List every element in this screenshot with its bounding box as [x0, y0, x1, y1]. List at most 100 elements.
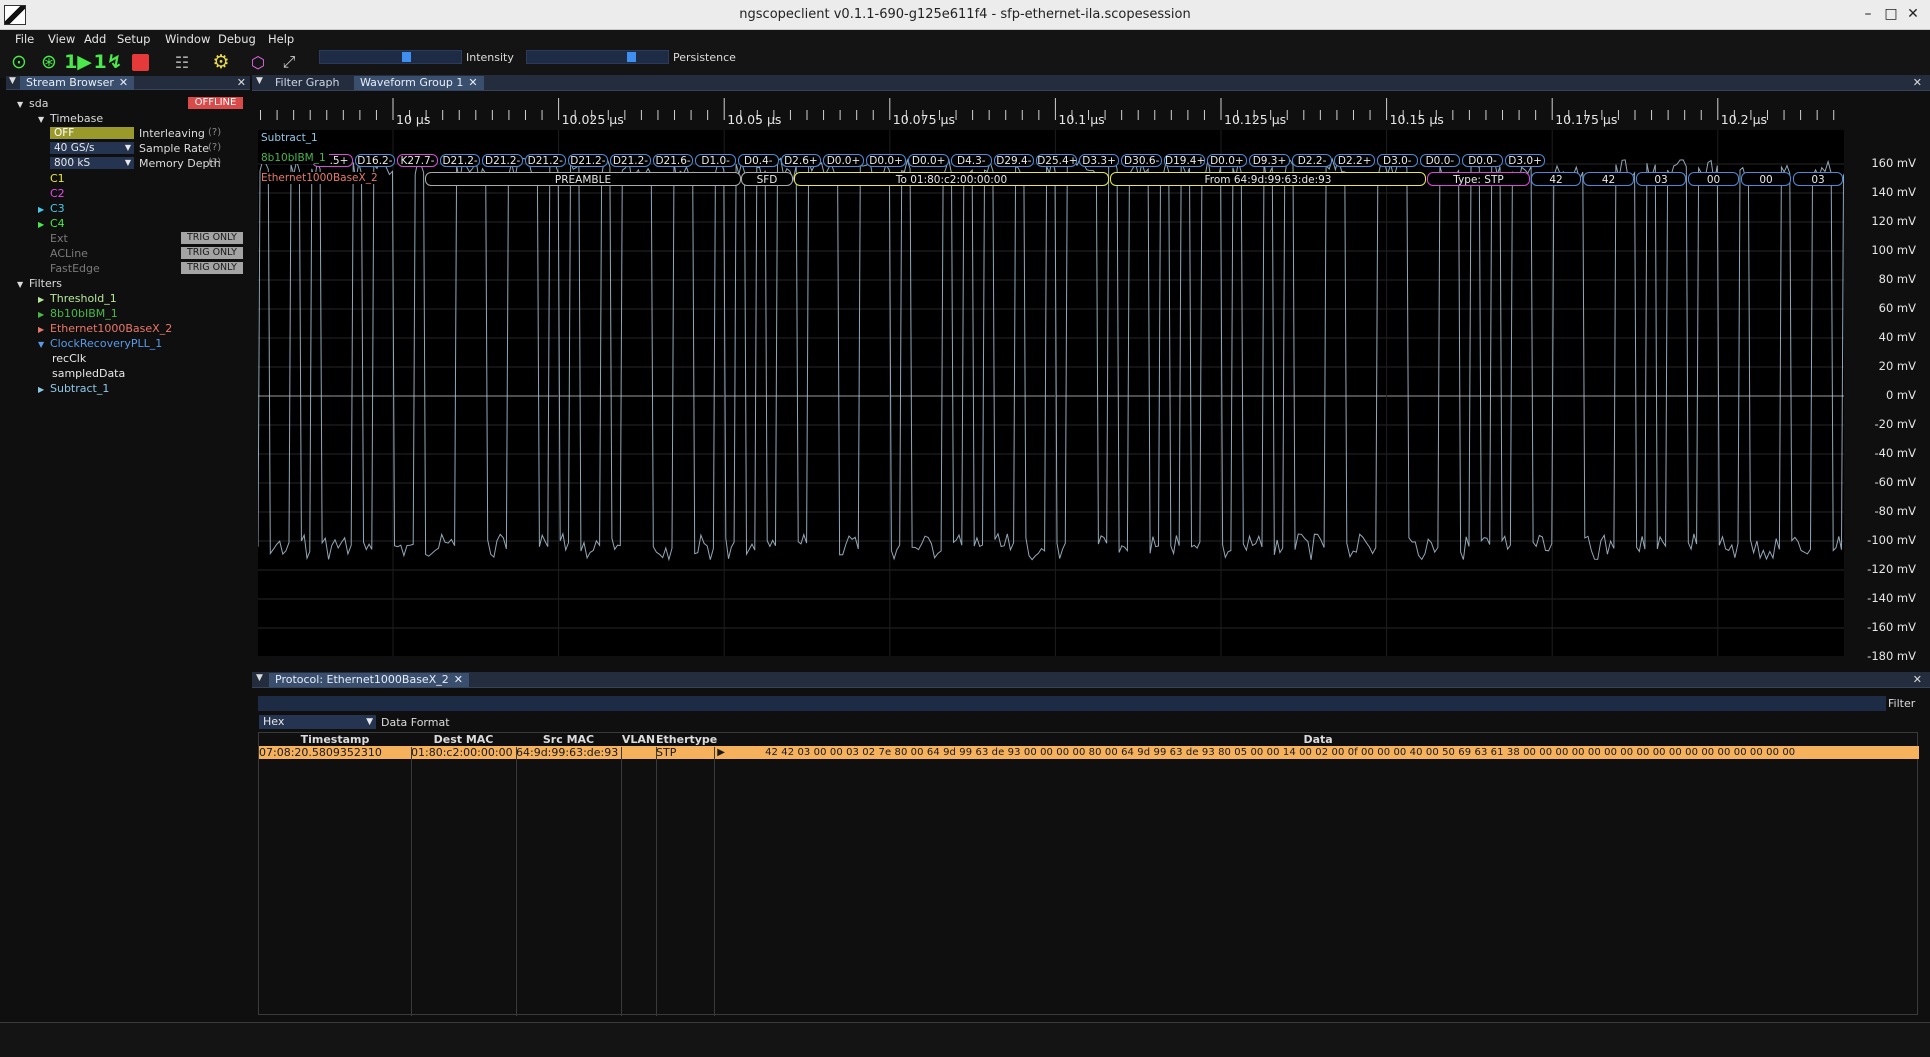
decode-symbol[interactable]: D3.0-	[1377, 154, 1418, 167]
panel-menu-icon[interactable]: ▼	[9, 76, 16, 86]
help-icon[interactable]: (?)	[208, 157, 221, 168]
expand-arrow-icon[interactable]: ▶	[38, 310, 44, 319]
tab-waveform-group[interactable]: Waveform Group 1 ✕	[354, 76, 484, 90]
column-ethertype[interactable]: Ethertype	[656, 733, 717, 746]
trig-input-fastedge[interactable]: FastEdge	[50, 262, 100, 275]
expand-arrow-icon[interactable]: ▼	[38, 340, 44, 349]
menu-help[interactable]: Help	[268, 32, 294, 46]
trigger-start-icon[interactable]: ⊙	[7, 50, 31, 74]
column-dest-mac[interactable]: Dest MAC	[411, 733, 516, 746]
settings-gear-icon[interactable]: ⚙	[209, 50, 233, 74]
expand-arrow-icon[interactable]: ▶	[38, 325, 44, 334]
persistence-slider[interactable]	[526, 50, 669, 64]
decode-symbol[interactable]: D21.2-	[439, 154, 481, 167]
decode-symbol[interactable]: D0.4-	[738, 154, 779, 167]
channel-c4[interactable]: C4	[50, 217, 65, 230]
decode-symbol[interactable]: D16.2-	[354, 154, 396, 167]
expand-arrow-icon[interactable]: ▶	[38, 385, 44, 394]
table-row[interactable]: 07:08:20.5809352310 01:80:c2:00:00:00 64…	[259, 746, 1919, 759]
interleaving-toggle[interactable]: OFF	[50, 127, 134, 139]
close-icon[interactable]: ✕	[468, 76, 477, 89]
channel-c3[interactable]: C3	[50, 202, 65, 215]
decode-field[interactable]: 42	[1583, 172, 1634, 186]
decode-symbol[interactable]: D21.2-	[482, 154, 523, 167]
decode-symbol[interactable]: D29.4-	[993, 154, 1035, 167]
filter-input[interactable]	[258, 696, 1886, 711]
protocol-table[interactable]: Timestamp Dest MAC Src MAC VLAN Ethertyp…	[258, 732, 1919, 1016]
menu-add[interactable]: Add	[84, 32, 106, 46]
close-icon[interactable]: ✕	[454, 673, 463, 686]
trigger-force-icon[interactable]: 1↯	[93, 50, 122, 74]
decode-symbol[interactable]: D1.0-	[695, 154, 736, 167]
filter-clock-recovery[interactable]: ClockRecoveryPLL_1	[50, 337, 162, 350]
expand-arrow-icon[interactable]: ▶	[38, 205, 44, 214]
decode-field[interactable]: PREAMBLE	[425, 172, 741, 186]
decode-symbol[interactable]: D19.4+	[1164, 154, 1205, 167]
decode-symbol[interactable]: D21.2-	[567, 154, 609, 167]
instrument-name[interactable]: sda	[29, 97, 48, 110]
history-icon[interactable]: ☷	[170, 50, 194, 74]
close-panel-icon[interactable]: ✕	[1913, 76, 1922, 89]
decode-field[interactable]: From 64:9d:99:63:de:93	[1110, 172, 1426, 186]
persistence-slider-knob[interactable]	[626, 52, 636, 62]
decode-symbol[interactable]: D21.2-	[610, 154, 651, 167]
trace-name-label[interactable]: Subtract_1	[261, 132, 318, 144]
memory-depth-select[interactable]: 800 kS ▼	[50, 157, 134, 169]
decode-symbol[interactable]: D2.6+	[780, 154, 822, 167]
close-window-icon[interactable]: ✕	[1905, 6, 1921, 22]
decode-symbol[interactable]: D0.0-	[1419, 154, 1461, 167]
decode-symbol[interactable]: D25.4+	[1036, 154, 1077, 167]
decode-symbol[interactable]: D30.6-	[1121, 154, 1162, 167]
menu-setup[interactable]: Setup	[117, 32, 150, 46]
channel-c1[interactable]: C1	[50, 172, 65, 185]
expand-arrow-icon[interactable]: ▼	[17, 100, 23, 109]
decode-field[interactable]: Type: STP	[1427, 172, 1530, 186]
filter-subtract[interactable]: Subtract_1	[50, 382, 109, 395]
decode-field[interactable]: SFD	[741, 172, 793, 186]
filter-threshold[interactable]: Threshold_1	[50, 292, 117, 305]
decode-symbol[interactable]: D0.0+	[865, 154, 907, 167]
fullscreen-icon[interactable]: ⤢	[277, 50, 301, 74]
decode-symbol[interactable]: D0.0+	[1206, 154, 1248, 167]
menu-file[interactable]: File	[15, 32, 34, 46]
close-panel-icon[interactable]: ✕	[1913, 673, 1922, 686]
decode-field[interactable]: To 01:80:c2:00:00:00	[794, 172, 1109, 186]
decode-symbol[interactable]: D2.2+	[1334, 154, 1375, 167]
panel-menu-icon[interactable]: ▼	[256, 76, 263, 86]
trig-input-ext[interactable]: Ext	[50, 232, 68, 245]
trig-input-acline[interactable]: ACLine	[50, 247, 88, 260]
decode-symbol[interactable]: D21.6-	[652, 154, 694, 167]
decode-field[interactable]: 00	[1741, 172, 1791, 186]
decode-symbol[interactable]: D0.0-	[1462, 154, 1503, 167]
trigger-auto-icon[interactable]: ⊛	[37, 50, 61, 74]
tab-stream-browser[interactable]: Stream Browser ✕	[20, 76, 135, 90]
decode-symbol[interactable]: D0.0+	[908, 154, 949, 167]
stop-icon[interactable]	[128, 50, 152, 74]
color-ramp-icon[interactable]: ⬡	[246, 50, 270, 74]
expand-arrow-icon[interactable]: ▶	[38, 220, 44, 229]
decode-symbol[interactable]: D9.3+	[1249, 154, 1290, 167]
tab-protocol[interactable]: Protocol: Ethernet1000BaseX_2 ✕	[269, 673, 469, 687]
sample-rate-select[interactable]: 40 GS/s ▼	[50, 142, 134, 154]
decode-field[interactable]: 42	[1531, 172, 1581, 186]
menu-debug[interactable]: Debug	[218, 32, 256, 46]
intensity-slider-knob[interactable]	[402, 52, 412, 62]
data-format-select[interactable]: Hex ▼	[259, 715, 376, 729]
y-axis[interactable]: 160 mV 140 mV 120 mV 100 mV 80 mV 60 mV 40 mV 2…	[1844, 130, 1930, 670]
pll-output-sampleddata[interactable]: sampledData	[52, 367, 125, 380]
intensity-slider[interactable]	[319, 50, 462, 64]
column-data[interactable]: Data	[717, 733, 1919, 746]
channel-c2[interactable]: C2	[50, 187, 65, 200]
close-icon[interactable]: ✕	[119, 76, 128, 89]
panel-menu-icon[interactable]: ▼	[256, 673, 263, 683]
help-icon[interactable]: (?)	[208, 142, 221, 153]
filter-ethernet[interactable]: Ethernet1000BaseX_2	[50, 322, 172, 335]
filter-8b10b[interactable]: 8b10bIBM_1	[50, 307, 118, 320]
help-icon[interactable]: (?)	[208, 127, 221, 138]
minimize-icon[interactable]: –	[1860, 6, 1876, 22]
pll-output-recclk[interactable]: recClk	[52, 352, 86, 365]
decode-field[interactable]: 03	[1636, 172, 1686, 186]
decode-ethernet-label[interactable]: Ethernet1000BaseX_2	[261, 172, 381, 184]
decode-8b10b-label[interactable]: 8b10bIBM_1	[261, 152, 329, 164]
tab-filter-graph[interactable]: Filter Graph	[269, 76, 345, 90]
